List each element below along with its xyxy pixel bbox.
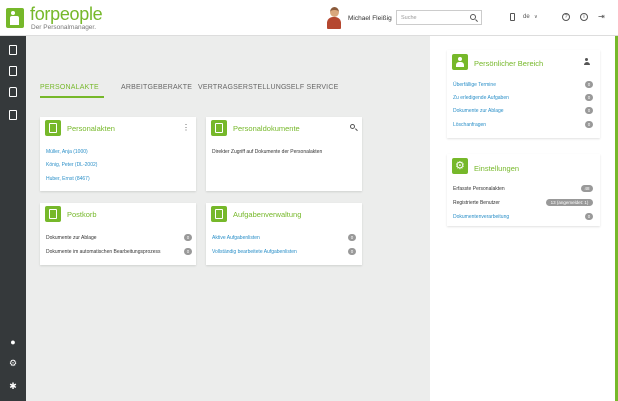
- file-user-icon: [9, 45, 17, 55]
- list-item[interactable]: Dokumente zur Ablage: [46, 235, 97, 241]
- active-tab-indicator: [40, 96, 104, 98]
- search-icon[interactable]: [350, 124, 355, 129]
- card-einstellungen: Einstellungen Erfasste Personalakten 48 …: [447, 154, 600, 226]
- count-badge: 0: [585, 213, 593, 220]
- app-logo-subtitle: Der Personalmanager.: [31, 24, 97, 31]
- user-name[interactable]: Michael Fleißig: [348, 15, 392, 22]
- gear-icon: [452, 158, 468, 174]
- tab-personalakte[interactable]: PERSONALAKTE: [40, 84, 99, 91]
- count-badge: 0: [184, 234, 192, 241]
- info-icon[interactable]: i: [580, 13, 588, 21]
- card-title[interactable]: Personaldokumente: [233, 124, 300, 133]
- card-title[interactable]: Personalakten: [67, 124, 115, 133]
- avatar[interactable]: [327, 7, 341, 29]
- count-badge: 0: [585, 81, 593, 88]
- list-item[interactable]: Dokumentenverarbeitung: [453, 214, 509, 220]
- sidebar-item-bug[interactable]: ✱: [7, 380, 19, 392]
- list-item[interactable]: Huber, Ernst (8467): [46, 176, 90, 182]
- card-postkorb: Postkorb Dokumente zur Ablage 0 Dokument…: [40, 203, 196, 265]
- more-options-icon[interactable]: ⋮: [182, 123, 190, 132]
- tab-arbeitgeberakte[interactable]: ARBEITGEBERAKTE: [121, 84, 192, 91]
- list-item[interactable]: Dokumente zur Ablage: [453, 108, 504, 114]
- gear-icon: ⚙: [8, 358, 18, 368]
- card-aufgabenverwaltung: Aufgabenverwaltung Aktive Aufgabenlisten…: [206, 203, 362, 265]
- user-settings-icon[interactable]: [583, 58, 590, 65]
- search-box: [396, 10, 482, 25]
- document-icon: [9, 66, 17, 76]
- document-icon: [211, 120, 227, 136]
- app-logo-text[interactable]: forpeople: [30, 5, 103, 23]
- sidebar-item-aufgaben[interactable]: [7, 109, 19, 121]
- user-icon: ●: [10, 337, 16, 347]
- list-item[interactable]: Erfasste Personalakten: [453, 186, 505, 192]
- help-icon[interactable]: ?: [562, 13, 570, 21]
- tab-vertragserstellung[interactable]: VERTRAGSERSTELLUNG: [198, 84, 287, 91]
- card-title[interactable]: Einstellungen: [474, 164, 519, 173]
- list-item[interactable]: Vollständig bearbeitete Aufgabenlisten: [212, 249, 297, 255]
- logout-icon[interactable]: ⇥: [598, 13, 605, 21]
- search-input[interactable]: [397, 11, 465, 24]
- mobile-icon[interactable]: [510, 13, 515, 21]
- count-badge: 0: [348, 248, 356, 255]
- count-badge: 0: [585, 107, 593, 114]
- bug-icon: ✱: [9, 381, 17, 391]
- sidebar-item-settings[interactable]: ⚙: [7, 357, 19, 369]
- card-title[interactable]: Postkorb: [67, 210, 97, 219]
- list-item[interactable]: Überfällige Termine: [453, 82, 496, 88]
- inbox-icon: [9, 87, 17, 97]
- clipboard-icon: [9, 110, 17, 120]
- list-item[interactable]: König, Peter (DL-2002): [46, 162, 97, 168]
- language-selector[interactable]: de: [523, 13, 530, 21]
- count-badge: 0: [585, 94, 593, 101]
- list-item[interactable]: Zu erledigende Aufgaben: [453, 95, 509, 101]
- count-badge: 48: [581, 185, 593, 192]
- tab-self-service[interactable]: SELF SERVICE: [286, 84, 338, 91]
- card-personalakten: Personalakten ⋮ Müller, Anja (1000) Köni…: [40, 117, 196, 191]
- inbox-icon: [45, 206, 61, 222]
- search-icon[interactable]: [470, 14, 476, 20]
- list-item[interactable]: Aktive Aufgabenlisten: [212, 235, 260, 241]
- user-icon: [452, 54, 468, 70]
- sidebar: ● ⚙ ✱: [0, 36, 26, 401]
- list-item[interactable]: Müller, Anja (1000): [46, 149, 88, 155]
- card-title[interactable]: Persönlicher Bereich: [474, 59, 543, 68]
- sidebar-item-dokumente[interactable]: [7, 65, 19, 77]
- card-personaldokumente: Personaldokumente Direkter Zugriff auf D…: [206, 117, 362, 191]
- clipboard-icon: [211, 206, 227, 222]
- chevron-down-icon[interactable]: ∨: [534, 13, 538, 21]
- card-title[interactable]: Aufgabenverwaltung: [233, 210, 301, 219]
- count-badge: 0: [184, 248, 192, 255]
- count-badge: 0: [585, 121, 593, 128]
- sidebar-item-user[interactable]: ●: [7, 336, 19, 348]
- card-persoenlicher-bereich: Persönlicher Bereich Überfällige Termine…: [447, 50, 600, 138]
- count-badge: 0: [348, 234, 356, 241]
- sidebar-item-postkorb[interactable]: [7, 86, 19, 98]
- logo-icon[interactable]: [6, 8, 24, 28]
- list-item[interactable]: Registrierte Benutzer: [453, 200, 500, 206]
- app-header: forpeople Der Personalmanager. Michael F…: [0, 0, 618, 36]
- count-badge: 13 (angemeldet: 1): [546, 199, 593, 206]
- list-item[interactable]: Dokumente im automatischen Bearbeitungsp…: [46, 249, 161, 255]
- file-user-icon: [45, 120, 61, 136]
- card-description: Direkter Zugriff auf Dokumente der Perso…: [212, 149, 323, 155]
- list-item[interactable]: Löschanfragen: [453, 122, 486, 128]
- sidebar-item-personalakte[interactable]: [7, 44, 19, 56]
